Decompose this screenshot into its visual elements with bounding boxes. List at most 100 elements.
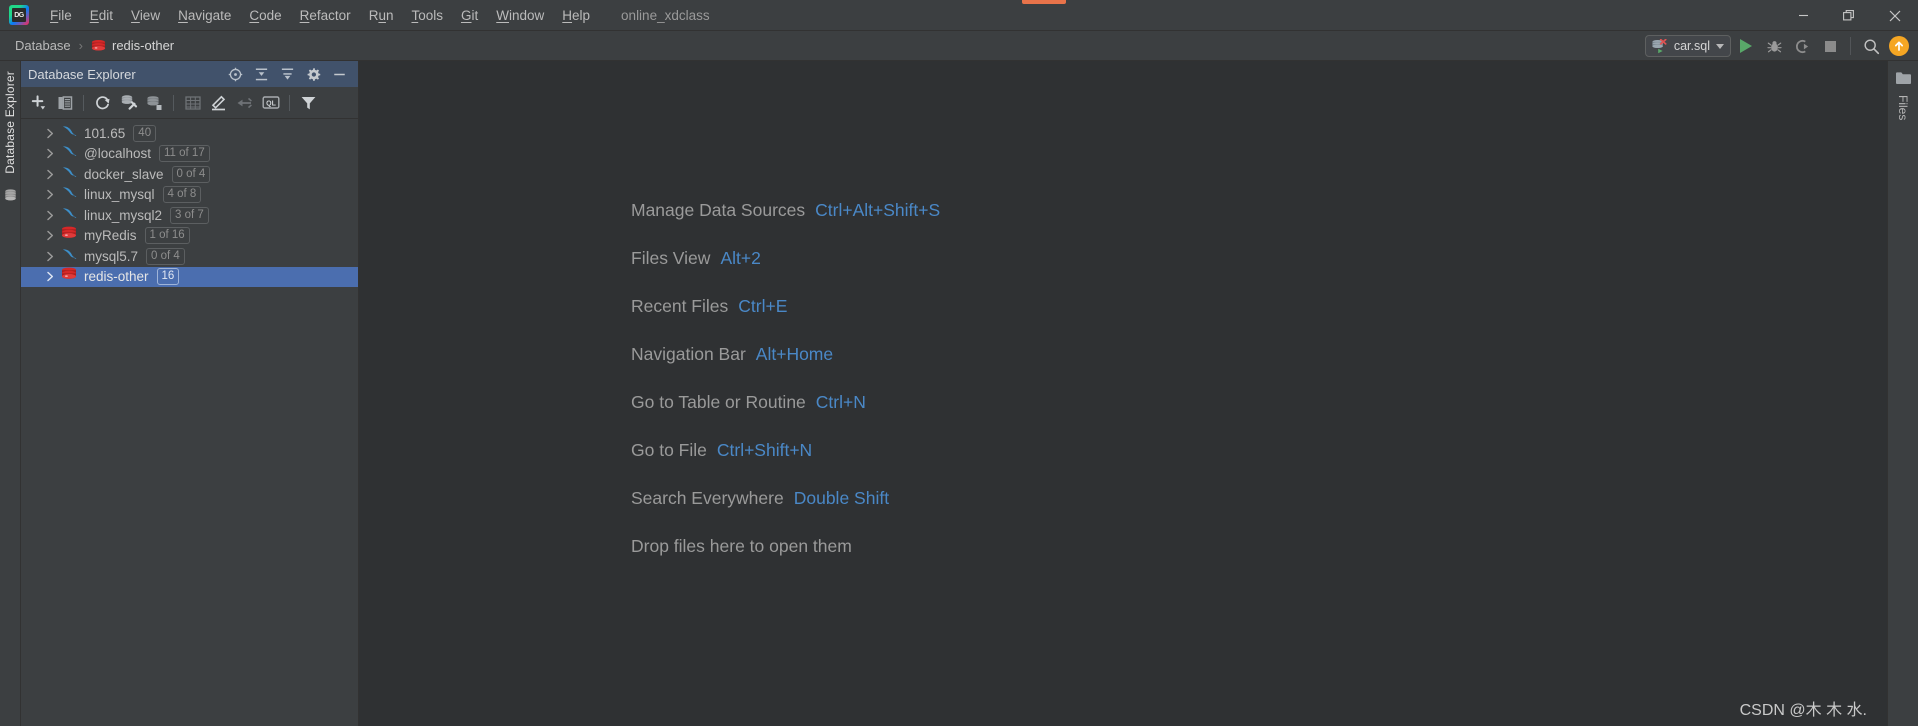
window-controls (1780, 0, 1918, 31)
shortcut-key: Ctrl+E (738, 295, 788, 316)
project-name: online_xdclass (621, 7, 710, 23)
tree-item-docker-slave[interactable]: docker_slave 0 of 4 (21, 164, 358, 185)
open-table-editor-button[interactable] (180, 90, 205, 115)
database-icon[interactable] (3, 188, 18, 208)
chevron-right-icon[interactable] (43, 147, 57, 161)
redis-icon (61, 226, 77, 245)
mysql-dolphin-icon (61, 185, 77, 204)
new-button[interactable] (26, 90, 51, 115)
shortcut-label: Recent Files (631, 295, 729, 316)
menu-view[interactable]: View (122, 5, 169, 26)
mysql-dolphin-icon (61, 124, 77, 143)
mysql-dolphin-icon (61, 206, 77, 225)
locate-button[interactable] (224, 63, 246, 85)
chevron-right-icon[interactable] (43, 126, 57, 140)
menu-tools[interactable]: Tools (402, 5, 452, 26)
expand-all-icon (255, 68, 267, 80)
tree-item-mysql57[interactable]: mysql5.7 0 of 4 (21, 246, 358, 267)
tool-window-tab-files[interactable]: Files (1896, 95, 1910, 120)
title-bar: FFileile Edit View Navigate Code Refacto… (0, 0, 1918, 31)
panel-title: Database Explorer (28, 66, 136, 82)
breadcrumb-current-label: redis-other (112, 38, 175, 53)
shortcut-key: Ctrl+N (815, 391, 866, 412)
tool-window-tab-database-explorer[interactable]: Database Explorer (1, 63, 19, 182)
active-tab-indicator (1022, 0, 1066, 4)
run-with-coverage-button[interactable] (1789, 33, 1815, 59)
left-tool-strip: Database Explorer (0, 61, 21, 726)
shortcut-files-view[interactable]: Files View Alt+2 (631, 234, 940, 282)
filter-button[interactable] (296, 90, 321, 115)
shortcut-navigation-bar[interactable]: Navigation Bar Alt+Home (631, 330, 940, 378)
debug-button[interactable] (1761, 33, 1787, 59)
panel-header: Database Explorer (21, 61, 358, 87)
shortcut-hints-list: Manage Data Sources Ctrl+Alt+Shift+S Fil… (631, 186, 940, 570)
shortcut-label: Files View (631, 247, 711, 268)
menu-git[interactable]: Git (452, 5, 487, 26)
refresh-button[interactable] (90, 90, 115, 115)
database-tools-button[interactable] (142, 90, 167, 115)
hide-panel-button[interactable] (328, 63, 350, 85)
minimize-button[interactable] (1780, 0, 1826, 31)
tree-item-linux-mysql[interactable]: linux_mysql 4 of 8 (21, 185, 358, 206)
modify-icon (211, 95, 226, 110)
shortcut-label: Navigation Bar (631, 343, 746, 364)
search-everywhere-button[interactable] (1858, 33, 1884, 59)
breadcrumb-root[interactable]: Database (12, 36, 74, 55)
menu-refactor[interactable]: Refactor (291, 5, 360, 26)
restore-button[interactable] (1826, 0, 1872, 31)
jump-to-console-button[interactable] (232, 90, 257, 115)
menu-file[interactable]: FFileile (41, 5, 81, 26)
tree-item-badge: 3 of 7 (170, 206, 209, 224)
menu-run[interactable]: Run (360, 5, 403, 26)
shortcut-go-to-file[interactable]: Go to File Ctrl+Shift+N (631, 426, 940, 474)
shortcut-label: Go to Table or Routine (631, 391, 806, 412)
tree-item-redis-other[interactable]: redis-other 16 (21, 266, 358, 287)
tree-item-label: redis-other (84, 269, 149, 285)
menu-edit[interactable]: Edit (81, 5, 122, 26)
search-icon (1863, 38, 1879, 54)
run-button[interactable] (1733, 33, 1759, 59)
menu-help[interactable]: Help (553, 5, 599, 26)
expand-all-button[interactable] (250, 63, 272, 85)
stop-button[interactable] (1817, 33, 1843, 59)
tree-item-101-65[interactable]: 101.65 40 (21, 123, 358, 144)
chevron-right-icon[interactable] (43, 270, 57, 284)
ql-console-icon: QL (262, 96, 280, 109)
datasource-properties-button[interactable] (116, 90, 141, 115)
menu-code[interactable]: Code (240, 5, 290, 26)
close-icon (1889, 10, 1901, 21)
tree-item-localhost[interactable]: @localhost 11 of 17 (21, 144, 358, 165)
chevron-right-icon[interactable] (43, 208, 57, 222)
chevron-right-icon[interactable] (43, 249, 57, 263)
close-button[interactable] (1872, 0, 1918, 31)
collapse-all-button[interactable] (276, 63, 298, 85)
stop-icon (1824, 40, 1836, 52)
shortcut-recent-files[interactable]: Recent Files Ctrl+E (631, 282, 940, 330)
explorer-toolbar: QL (21, 87, 358, 119)
breadcrumb-current[interactable]: redis-other (88, 36, 177, 55)
chevron-right-icon[interactable] (43, 188, 57, 202)
update-button[interactable] (1886, 33, 1912, 59)
chevron-right-icon[interactable] (43, 229, 57, 243)
shortcut-manage-data-sources[interactable]: Manage Data Sources Ctrl+Alt+Shift+S (631, 186, 940, 234)
tree-item-myredis[interactable]: myRedis 1 of 16 (21, 226, 358, 247)
tree-item-label: linux_mysql2 (84, 207, 163, 223)
minimize-icon (333, 73, 345, 75)
chevron-right-icon[interactable] (43, 167, 57, 181)
duplicate-button[interactable] (52, 90, 77, 115)
update-icon (1889, 36, 1909, 56)
navigation-bar: Database › redis-other car.sql (0, 31, 1918, 61)
shortcut-search-everywhere[interactable]: Search Everywhere Double Shift (631, 474, 940, 522)
modify-button[interactable] (206, 90, 231, 115)
tree-item-label: @localhost (84, 146, 151, 162)
menu-navigate[interactable]: Navigate (169, 5, 240, 26)
run-configuration-selector[interactable]: car.sql (1644, 35, 1731, 57)
open-console-button[interactable]: QL (258, 90, 283, 115)
tree-item-linux-mysql2[interactable]: linux_mysql2 3 of 7 (21, 205, 358, 226)
shortcut-go-to-table-or-routine[interactable]: Go to Table or Routine Ctrl+N (631, 378, 940, 426)
mysql-dolphin-icon (61, 165, 77, 184)
menu-window[interactable]: Window (487, 5, 553, 26)
shortcut-label: Manage Data Sources (631, 199, 806, 220)
settings-button[interactable] (302, 63, 324, 85)
app-logo-icon (9, 5, 29, 25)
